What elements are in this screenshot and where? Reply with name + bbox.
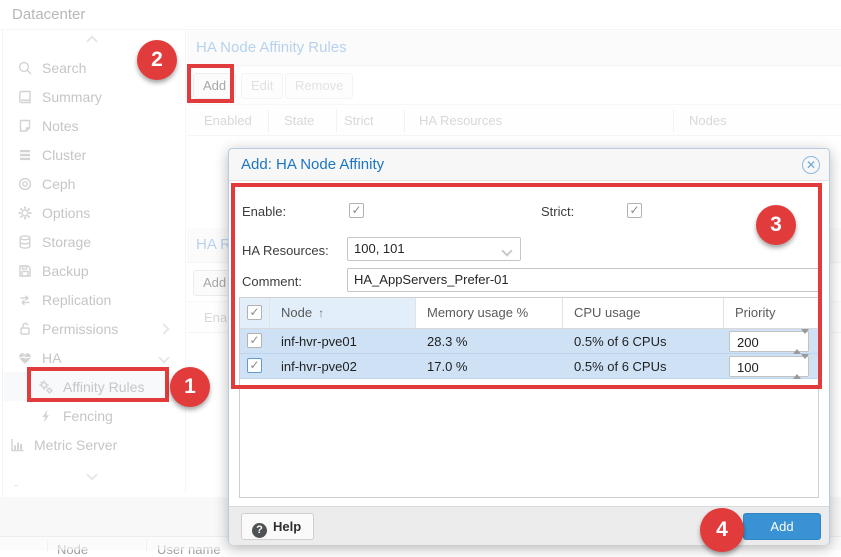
question-icon	[252, 523, 267, 538]
help-label: Help	[273, 519, 301, 534]
annotation-box-add-button	[187, 64, 234, 103]
annotation-step-4: 4	[700, 508, 744, 552]
annotation-step-1: 1	[170, 367, 210, 407]
dialog-add-button[interactable]: Add	[743, 513, 821, 540]
close-icon[interactable]	[802, 156, 820, 174]
annotation-box-affinity-rules	[27, 367, 169, 402]
annotation-step-2: 2	[137, 40, 177, 80]
annotation-box-dialog-form	[231, 183, 822, 389]
annotation-step-3: 3	[756, 205, 796, 245]
dialog-title: Add: HA Node Affinity	[241, 156, 384, 173]
dialog-titlebar[interactable]: Add: HA Node Affinity	[229, 149, 829, 181]
help-button[interactable]: Help	[241, 513, 314, 540]
